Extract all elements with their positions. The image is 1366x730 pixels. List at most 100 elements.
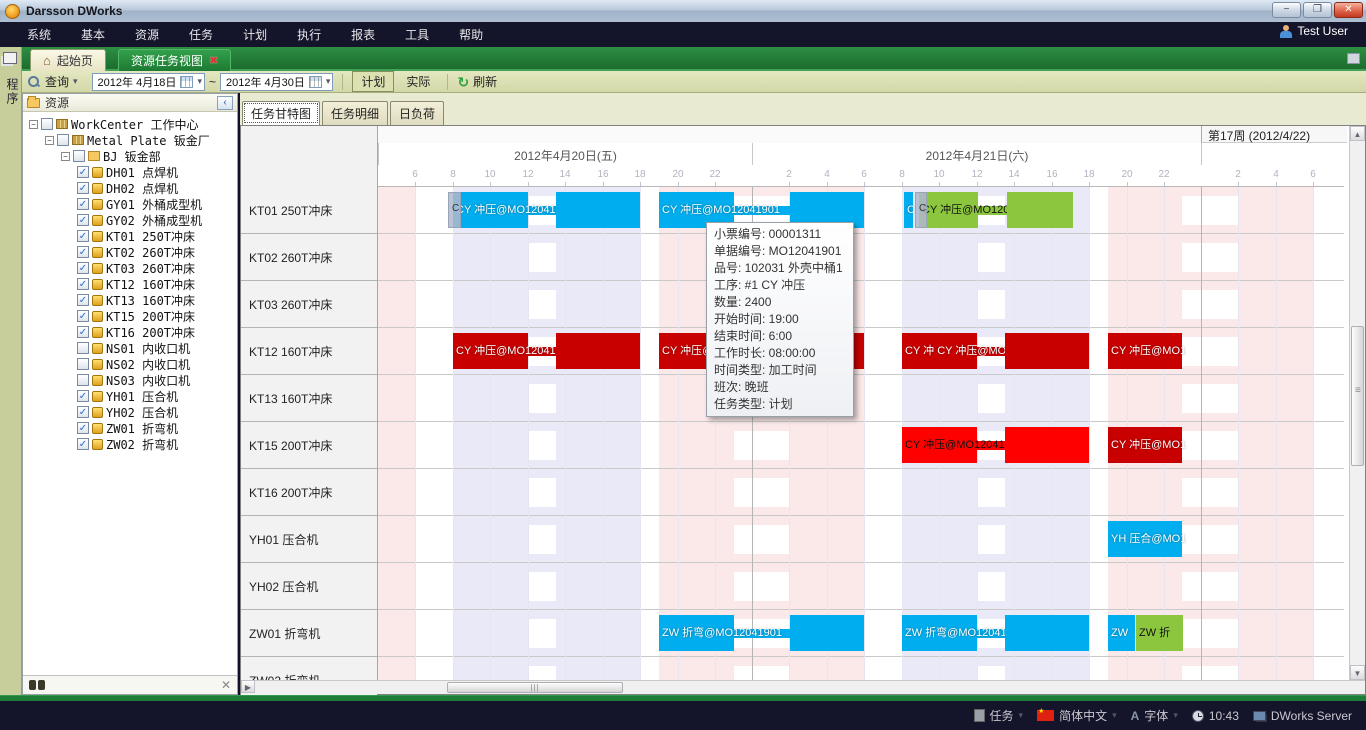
tree-node[interactable]: ✓DH02 点焊机 (23, 180, 237, 196)
task-bar[interactable] (790, 615, 864, 651)
tree-node[interactable]: NS02 内收口机 (23, 356, 237, 372)
menu-item-执行[interactable]: 执行 (282, 23, 336, 46)
status-font-menu[interactable]: A 字体▾ (1131, 707, 1178, 724)
tab-resource-task-view[interactable]: 资源任务视图 ✖ (118, 49, 231, 71)
tree-checkbox[interactable]: ✓ (77, 438, 89, 450)
tree-node[interactable]: ✓KT02 260T冲床 (23, 244, 237, 260)
menu-item-报表[interactable]: 报表 (336, 23, 390, 46)
selection-ghost-chip[interactable]: C (448, 192, 461, 228)
horizontal-scrollbar[interactable]: ◀ ||| ▶ (241, 680, 1365, 694)
tree-checkbox[interactable]: ✓ (77, 246, 89, 258)
tree-node[interactable]: −Metal Plate 钣金厂 (23, 132, 237, 148)
tree-checkbox[interactable]: ✓ (77, 422, 89, 434)
window-list-icon[interactable] (1347, 53, 1360, 64)
view-tab-日负荷[interactable]: 日负荷 (390, 101, 444, 125)
tree-checkbox[interactable] (77, 342, 89, 354)
collapse-panel-button[interactable]: ‹ (217, 96, 233, 110)
date-from-dropdown-arrow[interactable]: ▾ (197, 76, 202, 87)
tree-checkbox[interactable]: ✓ (77, 278, 89, 290)
tree-checkbox[interactable]: ✓ (77, 294, 89, 306)
tree-node[interactable]: ✓DH01 点焊机 (23, 164, 237, 180)
tab-home-page[interactable]: ⌂ 起始页 (30, 49, 106, 71)
tree-checkbox[interactable]: ✓ (77, 310, 89, 322)
date-to-field[interactable]: 2012年 4月30日 ▾ (220, 73, 333, 91)
task-bar[interactable] (1005, 615, 1089, 651)
search-dropdown-arrow[interactable]: ▾ (73, 76, 78, 87)
task-bar[interactable]: CY 冲压@MO1 (1108, 333, 1182, 369)
tree-node[interactable]: ✓KT03 260T冲床 (23, 260, 237, 276)
view-tab-任务甘特图[interactable]: 任务甘特图 (242, 101, 320, 125)
scroll-right-arrow[interactable]: ▶ (241, 680, 255, 693)
tree-node[interactable]: −WorkCenter 工作中心 (23, 116, 237, 132)
menu-item-计划[interactable]: 计划 (228, 23, 282, 46)
tree-node[interactable]: NS03 内收口机 (23, 372, 237, 388)
tree-node[interactable]: ✓YH02 压合机 (23, 404, 237, 420)
task-bar[interactable] (556, 192, 640, 228)
tree-node[interactable]: ✓KT12 160T冲床 (23, 276, 237, 292)
task-bar[interactable]: YH 压合@MO1 (1108, 521, 1182, 557)
tree-node[interactable]: ✓KT16 200T冲床 (23, 324, 237, 340)
tree-node[interactable]: ✓GY01 外桶成型机 (23, 196, 237, 212)
tree-node[interactable]: ✓KT13 160T冲床 (23, 292, 237, 308)
task-bar[interactable]: CY 冲 CY 冲压@MO12041904 (902, 333, 977, 369)
tab-close-icon[interactable]: ✖ (209, 54, 218, 67)
tree-node[interactable]: ✓ZW02 折弯机 (23, 436, 237, 452)
task-bar[interactable] (556, 333, 640, 369)
selection-ghost-chip[interactable]: C (915, 192, 927, 228)
menu-item-基本[interactable]: 基本 (66, 23, 120, 46)
view-tab-任务明细[interactable]: 任务明细 (322, 101, 388, 125)
vertical-scrollbar[interactable]: ▲ ▼ (1349, 126, 1365, 680)
task-bar[interactable]: CY 冲压@MO12041904 (453, 333, 528, 369)
task-bar[interactable]: CY 冲压@MO12041901 (453, 192, 528, 228)
tree-checkbox[interactable]: ✓ (77, 166, 89, 178)
menu-item-帮助[interactable]: 帮助 (444, 23, 498, 46)
menu-item-工具[interactable]: 工具 (390, 23, 444, 46)
tree-checkbox[interactable] (57, 134, 69, 146)
calendar-icon[interactable] (309, 76, 322, 88)
find-close-icon[interactable]: ✕ (221, 678, 231, 692)
tree-checkbox[interactable] (77, 374, 89, 386)
tree-expander-icon[interactable]: − (45, 136, 54, 145)
task-bar[interactable] (1007, 192, 1073, 228)
tree-checkbox[interactable]: ✓ (77, 390, 89, 402)
task-bar[interactable]: ZW 折弯@MO12041901 (659, 615, 734, 651)
search-button[interactable]: 查询 (45, 73, 69, 90)
tree-checkbox[interactable] (77, 358, 89, 370)
scroll-up-arrow[interactable]: ▲ (1350, 126, 1365, 141)
tree-checkbox[interactable]: ✓ (77, 230, 89, 242)
status-task-menu[interactable]: 任务▾ (974, 707, 1024, 724)
task-bar[interactable] (1005, 427, 1089, 463)
task-bar[interactable]: CY 冲压@MO12041903 (902, 427, 977, 463)
task-bar[interactable]: CY 冲压@MO12041902 (919, 192, 978, 228)
tree-node[interactable]: ✓GY02 外桶成型机 (23, 212, 237, 228)
binoculars-search-icon[interactable] (29, 680, 45, 690)
tree-checkbox[interactable] (73, 150, 85, 162)
collapsed-panel-rail[interactable]: 程序 (0, 47, 22, 695)
scroll-down-arrow[interactable]: ▼ (1350, 665, 1365, 680)
tree-checkbox[interactable]: ✓ (77, 406, 89, 418)
tree-node[interactable]: ✓KT15 200T冲床 (23, 308, 237, 324)
date-from-field[interactable]: 2012年 4月18日 ▾ (92, 73, 205, 91)
task-bar[interactable]: ZW (1108, 615, 1135, 651)
restore-button[interactable]: ❐ (1303, 2, 1332, 18)
date-to-dropdown-arrow[interactable]: ▾ (326, 76, 331, 87)
tree-node[interactable]: ✓YH01 压合机 (23, 388, 237, 404)
status-language-menu[interactable]: 简体中文▾ (1037, 707, 1117, 724)
menu-item-系统[interactable]: 系统 (12, 23, 66, 46)
user-box[interactable]: Test User (1280, 24, 1348, 38)
tree-checkbox[interactable]: ✓ (77, 182, 89, 194)
calendar-icon[interactable] (180, 76, 193, 88)
tree-node[interactable]: ✓KT01 250T冲床 (23, 228, 237, 244)
task-bar[interactable]: ZW 折 (1136, 615, 1183, 651)
horizontal-scrollbar-thumb[interactable]: ||| (447, 682, 623, 693)
plan-toggle-button[interactable]: 计划 (352, 71, 394, 92)
tree-node[interactable]: ✓ZW01 折弯机 (23, 420, 237, 436)
task-bar[interactable]: ZW 折弯@MO12041901 (902, 615, 977, 651)
tree-checkbox[interactable]: ✓ (77, 326, 89, 338)
close-button[interactable]: ✕ (1334, 2, 1363, 18)
tree-node[interactable]: −BJ 钣金部 (23, 148, 237, 164)
actual-toggle-button[interactable]: 实际 (398, 72, 438, 91)
tree-checkbox[interactable]: ✓ (77, 198, 89, 210)
tree-expander-icon[interactable]: − (29, 120, 38, 129)
tree-expander-icon[interactable]: − (61, 152, 70, 161)
